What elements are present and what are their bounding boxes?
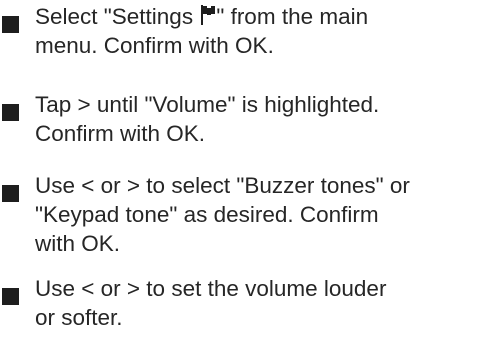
step-text: Use < or > to set the volume louder or s… [35,276,387,330]
square-bullet-icon [2,185,19,202]
step-text: Tap > until "Volume" is highlighted. Con… [35,92,380,146]
step-text: Select "Settings " from the main menu. C… [35,4,369,58]
square-bullet-icon [2,288,19,305]
step-text: Use < or > to select "Buzzer tones" or "… [35,173,410,256]
square-bullet-icon [2,104,19,121]
square-bullet-icon [2,16,19,33]
settings-flag-icon [201,5,216,25]
